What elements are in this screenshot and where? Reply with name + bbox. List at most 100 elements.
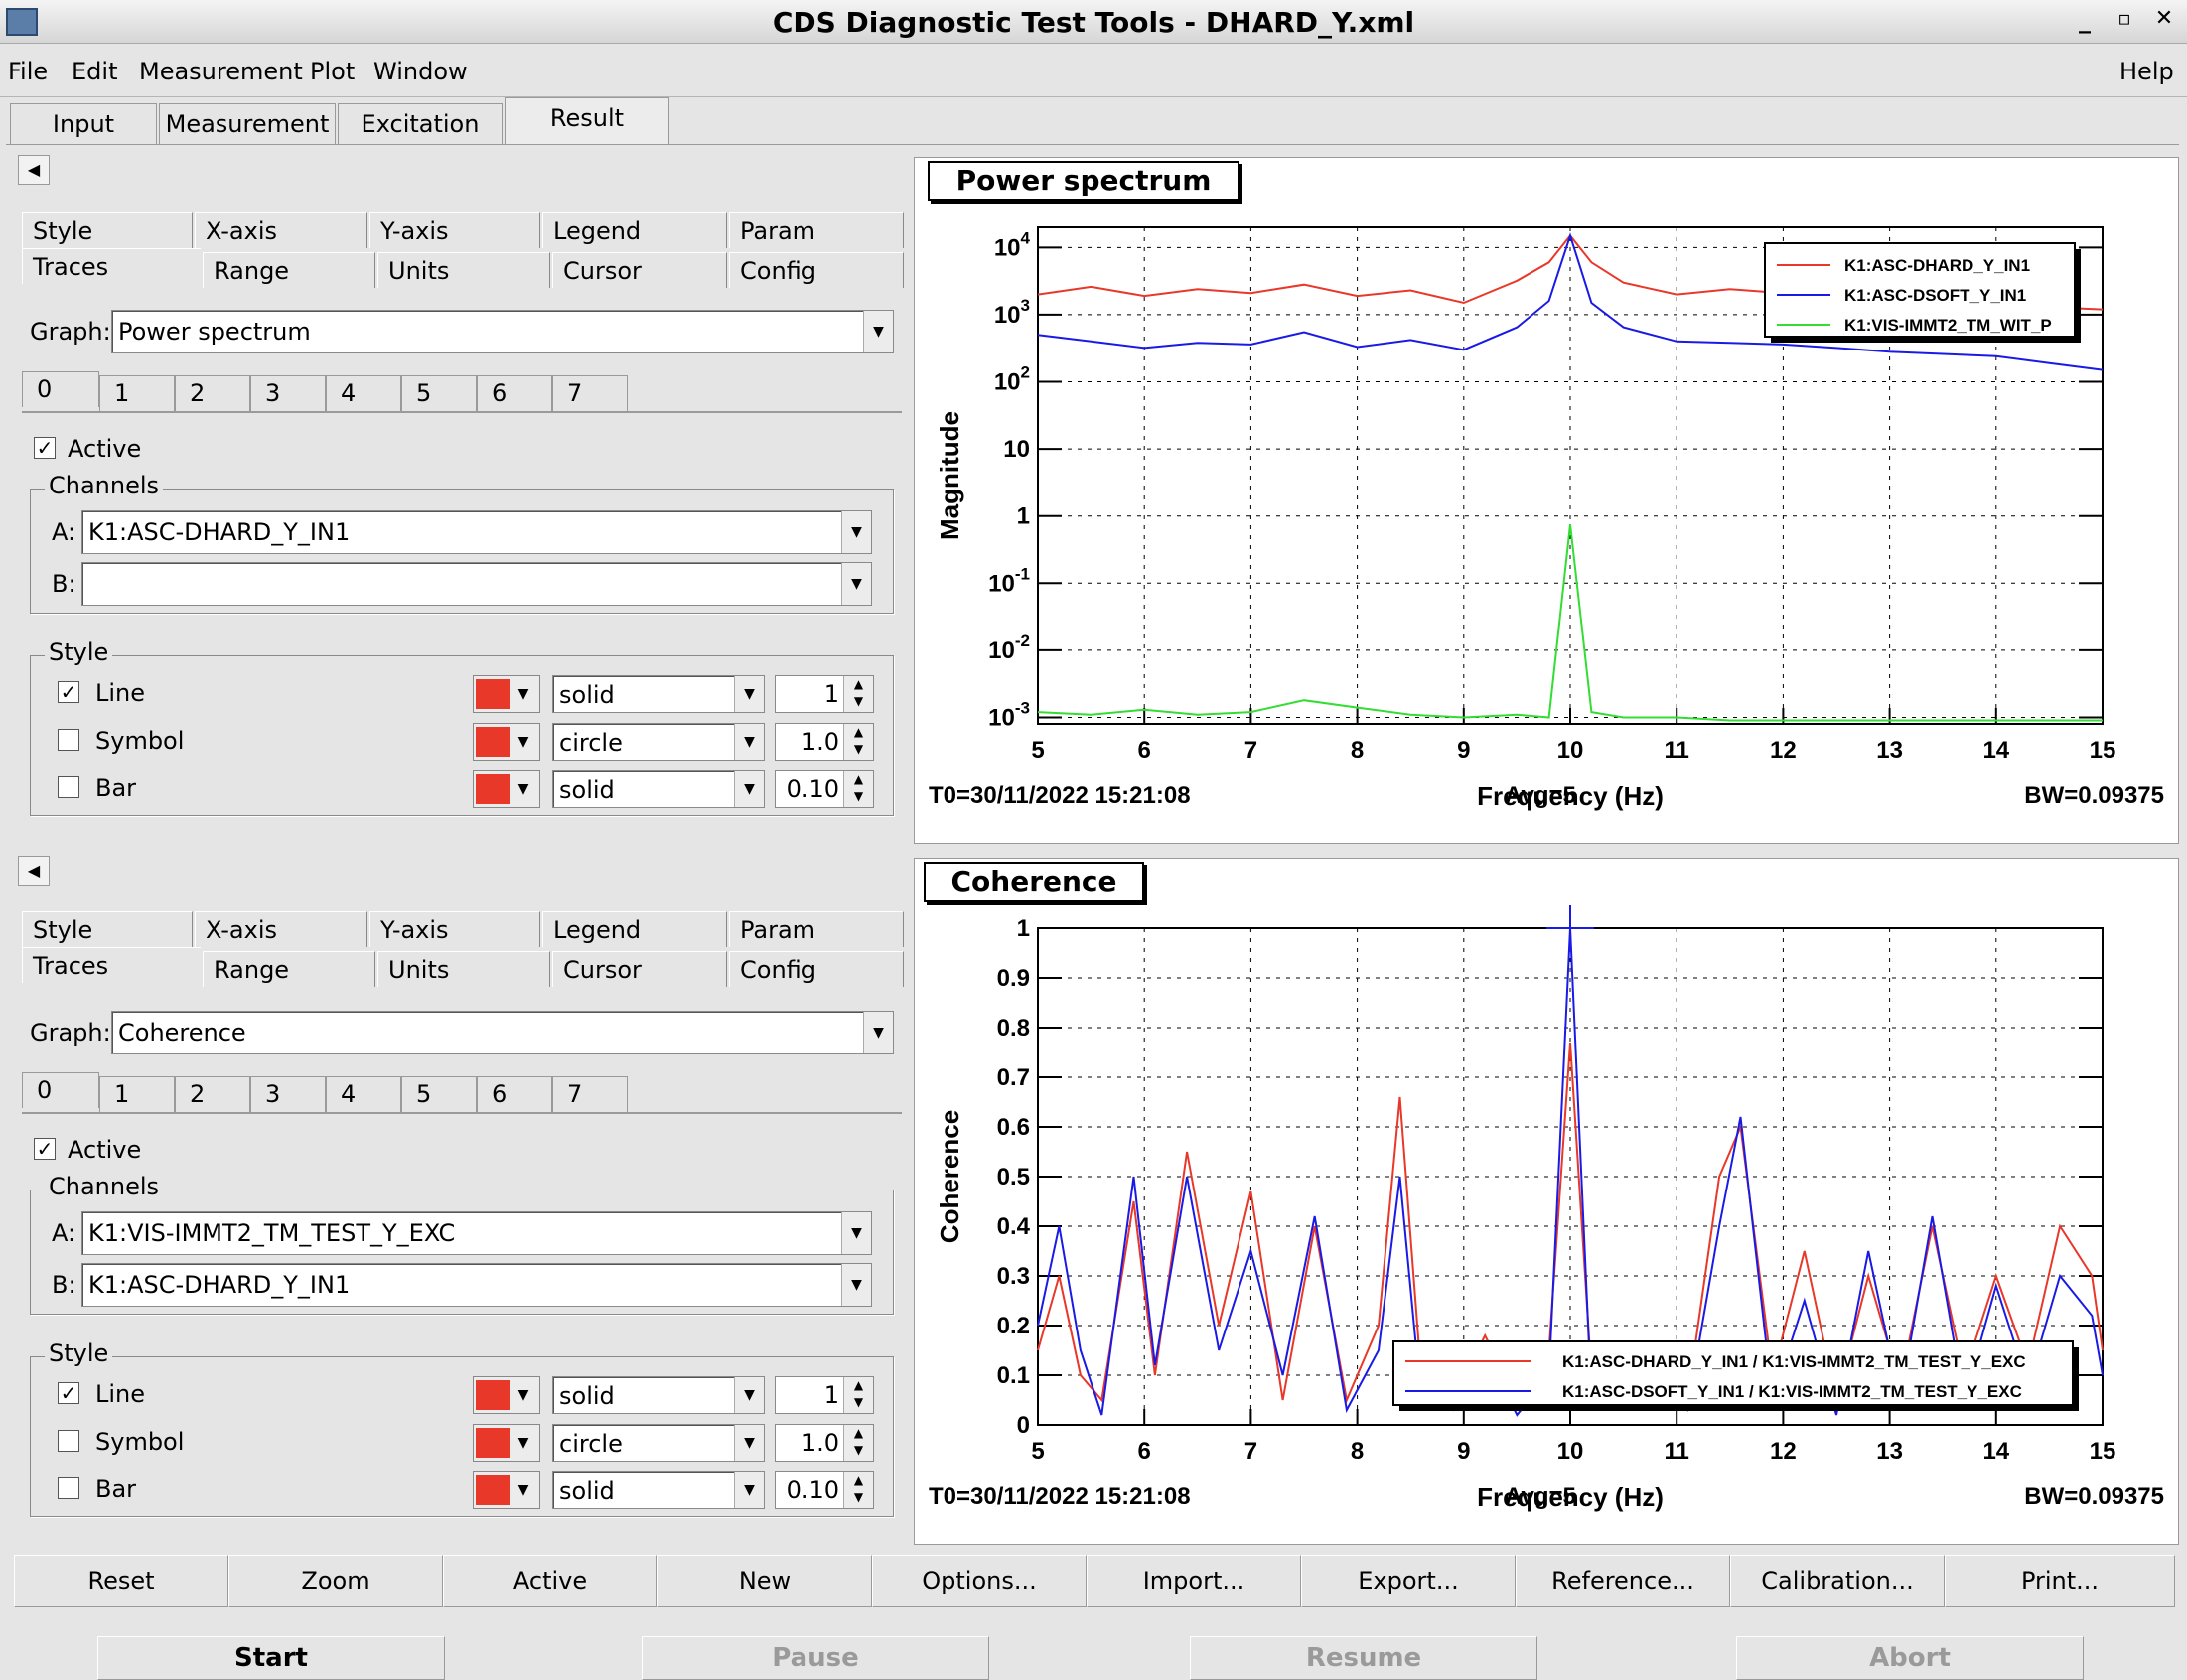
channel-b-select[interactable]: ▼ (81, 562, 872, 606)
print-button[interactable]: Print... (1945, 1555, 2175, 1607)
bar-width-stepper[interactable]: 0.10 ▲ ▼ (775, 770, 874, 808)
trace-tab-1[interactable]: 1 (99, 1076, 175, 1112)
resume-button[interactable]: Resume (1190, 1636, 1537, 1680)
subtab-legend[interactable]: Legend (542, 212, 727, 248)
symbol-checkbox[interactable] (58, 1430, 79, 1452)
symbol-size-stepper[interactable]: 1.0 ▲ ▼ (775, 723, 874, 761)
collapse-left-icon[interactable]: ◀ (18, 856, 50, 886)
subtab-range[interactable]: Range (203, 252, 375, 288)
active-checkbox[interactable]: ✓ (34, 437, 56, 459)
trace-tab-4[interactable]: 4 (326, 1076, 401, 1112)
channel-a-select[interactable]: K1:VIS-IMMT2_TM_TEST_Y_EXC ▼ (81, 1211, 872, 1255)
chevron-down-icon[interactable]: ▼ (841, 563, 871, 605)
pause-button[interactable]: Pause (642, 1636, 989, 1680)
bar-color-picker[interactable]: ▼ (473, 770, 540, 808)
subtab-cursor[interactable]: Cursor (552, 951, 727, 987)
subtab-traces[interactable]: Traces (22, 248, 201, 284)
trace-tab-5[interactable]: 5 (401, 375, 477, 411)
symbol-checkbox[interactable] (58, 729, 79, 751)
menu-edit[interactable]: Edit (72, 58, 117, 85)
chevron-down-icon[interactable]: ▼ (734, 1472, 764, 1508)
bar-width-stepper[interactable]: 0.10 ▲ ▼ (775, 1471, 874, 1509)
calibration-button[interactable]: Calibration... (1730, 1555, 1945, 1607)
bar-checkbox[interactable] (58, 1477, 79, 1499)
coherence-plot[interactable]: 5 6 7 8 9 10 11 12 13 14 15 0 0.1 0.2 0.3 0.4 0.5 0.6 0.7 0… (914, 858, 2179, 1545)
chevron-down-icon[interactable]: ▼ (734, 724, 764, 760)
subtab-x-axis[interactable]: X-axis (195, 911, 367, 947)
reference-button[interactable]: Reference... (1516, 1555, 1730, 1607)
start-button[interactable]: Start (97, 1636, 445, 1680)
subtab-cursor[interactable]: Cursor (552, 252, 727, 288)
power-spectrum-chart[interactable]: 5 6 7 8 9 10 11 12 13 14 15 10-3 10-2 10-1 1 10 102 103 10… (915, 158, 2178, 843)
bar-style-select[interactable]: solid ▼ (552, 770, 765, 808)
line-width-stepper[interactable]: 1 ▲ ▼ (775, 1376, 874, 1414)
subtab-style[interactable]: Style (22, 212, 193, 248)
line-style-select[interactable]: solid ▼ (552, 1376, 765, 1414)
chevron-down-icon[interactable]: ▼ (734, 1425, 764, 1461)
tab-input[interactable]: Input (10, 103, 157, 145)
chevron-down-icon[interactable]: ▼ (841, 1264, 871, 1306)
trace-tab-2[interactable]: 2 (175, 1076, 250, 1112)
reset-button[interactable]: Reset (14, 1555, 228, 1607)
subtab-y-axis[interactable]: Y-axis (369, 911, 540, 947)
spin-arrows-icon[interactable]: ▲ ▼ (843, 724, 873, 760)
trace-tab-4[interactable]: 4 (326, 375, 401, 411)
trace-tab-0[interactable]: 0 (22, 1072, 99, 1108)
spin-arrows-icon[interactable]: ▲ ▼ (843, 676, 873, 712)
active-button[interactable]: Active (443, 1555, 657, 1607)
line-color-picker[interactable]: ▼ (473, 675, 540, 713)
options-button[interactable]: Options... (872, 1555, 1087, 1607)
line-checkbox[interactable]: ✓ (58, 681, 79, 703)
line-width-stepper[interactable]: 1 ▲ ▼ (775, 675, 874, 713)
trace-tab-7[interactable]: 7 (552, 375, 628, 411)
chevron-down-icon[interactable]: ▼ (841, 1212, 871, 1254)
symbol-style-select[interactable]: circle ▼ (552, 1424, 765, 1462)
subtab-style[interactable]: Style (22, 911, 193, 947)
coherence-chart[interactable]: 5 6 7 8 9 10 11 12 13 14 15 0 0.1 0.2 0.3 0.4 0.5 0.6 0.7 0… (915, 859, 2178, 1544)
trace-tab-5[interactable]: 5 (401, 1076, 477, 1112)
trace-tab-0[interactable]: 0 (22, 371, 99, 407)
trace-tab-3[interactable]: 3 (250, 1076, 326, 1112)
trace-tab-3[interactable]: 3 (250, 375, 326, 411)
abort-button[interactable]: Abort (1736, 1636, 2084, 1680)
subtab-range[interactable]: Range (203, 951, 375, 987)
subtab-config[interactable]: Config (729, 951, 904, 987)
symbol-size-stepper[interactable]: 1.0 ▲ ▼ (775, 1424, 874, 1462)
channel-a-select[interactable]: K1:ASC-DHARD_Y_IN1 ▼ (81, 510, 872, 554)
chevron-down-icon[interactable]: ▼ (734, 1377, 764, 1413)
collapse-left-icon[interactable]: ◀ (18, 155, 50, 185)
spin-arrows-icon[interactable]: ▲ ▼ (843, 1472, 873, 1508)
zoom-button[interactable]: Zoom (228, 1555, 443, 1607)
line-checkbox[interactable]: ✓ (58, 1382, 79, 1404)
subtab-units[interactable]: Units (377, 951, 550, 987)
minimize-icon[interactable]: _ (2070, 6, 2100, 34)
menu-file[interactable]: File (8, 58, 48, 85)
subtab-x-axis[interactable]: X-axis (195, 212, 367, 248)
close-icon[interactable]: ✕ (2149, 6, 2179, 31)
subtab-param[interactable]: Param (729, 911, 904, 947)
subtab-param[interactable]: Param (729, 212, 904, 248)
subtab-units[interactable]: Units (377, 252, 550, 288)
line-style-select[interactable]: solid ▼ (552, 675, 765, 713)
menu-plot[interactable]: Plot (310, 58, 355, 85)
chevron-down-icon[interactable]: ▼ (734, 771, 764, 807)
subtab-y-axis[interactable]: Y-axis (369, 212, 540, 248)
bar-color-picker[interactable]: ▼ (473, 1471, 540, 1509)
trace-tab-6[interactable]: 6 (477, 1076, 552, 1112)
subtab-config[interactable]: Config (729, 252, 904, 288)
line-color-picker[interactable]: ▼ (473, 1376, 540, 1414)
trace-tab-7[interactable]: 7 (552, 1076, 628, 1112)
trace-tab-1[interactable]: 1 (99, 375, 175, 411)
channel-b-select[interactable]: K1:ASC-DHARD_Y_IN1 ▼ (81, 1263, 872, 1307)
chevron-down-icon[interactable]: ▼ (734, 676, 764, 712)
chevron-down-icon[interactable]: ▼ (863, 311, 893, 352)
graph-select[interactable]: Coherence ▼ (111, 1011, 894, 1054)
active-checkbox[interactable]: ✓ (34, 1138, 56, 1160)
new-button[interactable]: New (657, 1555, 872, 1607)
power-spectrum-plot[interactable]: 5 6 7 8 9 10 11 12 13 14 15 10-3 10-2 10-1 1 10 102 103 10… (914, 157, 2179, 844)
spin-arrows-icon[interactable]: ▲ ▼ (843, 1425, 873, 1461)
symbol-color-picker[interactable]: ▼ (473, 723, 540, 761)
menu-measurement[interactable]: Measurement (139, 58, 303, 85)
bar-checkbox[interactable] (58, 776, 79, 798)
chevron-down-icon[interactable]: ▼ (863, 1012, 893, 1053)
